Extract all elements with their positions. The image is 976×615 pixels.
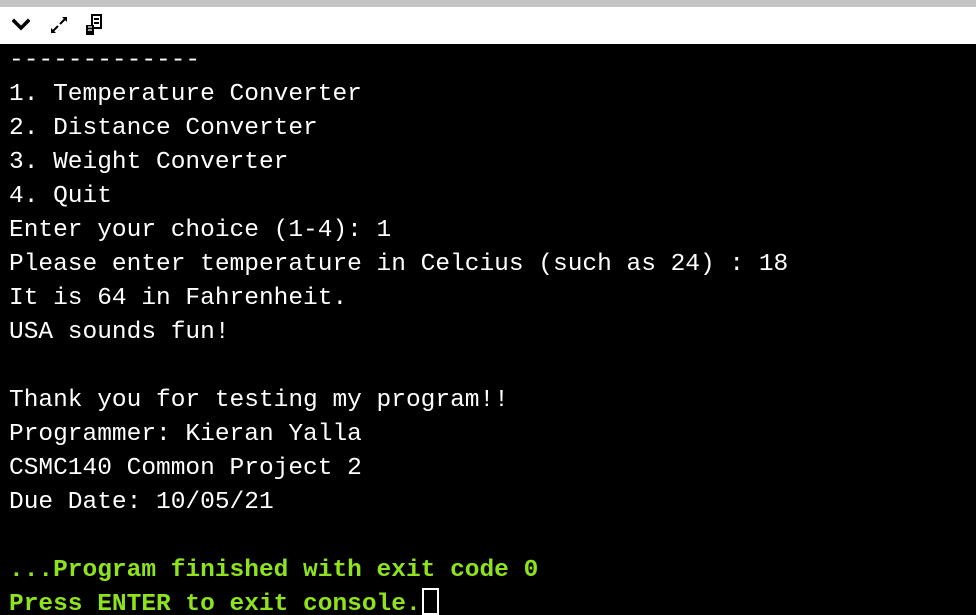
output-line: It is 64 in Fahrenheit.: [9, 285, 348, 312]
text-cursor[interactable]: [421, 588, 439, 615]
output-line: 2. Distance Converter: [9, 115, 318, 142]
output-line: 3. Weight Converter: [9, 149, 289, 176]
output-line: Due Date: 10/05/21: [9, 489, 274, 516]
expand-icon: [51, 17, 67, 33]
output-line: Thank you for testing my program!!: [9, 387, 509, 414]
collapse-button[interactable]: [6, 10, 36, 40]
output-line: Please enter temperature in Celcius (suc…: [9, 251, 789, 278]
output-line: USA sounds fun!: [9, 319, 230, 346]
press-enter-line: Press ENTER to exit console.: [9, 588, 439, 615]
exit-code-message: ...Program finished with exit code 0: [9, 557, 539, 584]
copy-icon: [86, 14, 102, 35]
console-toolbar: [0, 7, 976, 44]
console-output[interactable]: ------------- 1. Temperature Converter 2…: [0, 44, 976, 615]
output-line: Programmer: Kieran Yalla: [9, 421, 362, 448]
separator-line: -------------: [9, 47, 201, 74]
output-line: CSMC140 Common Project 2: [9, 455, 362, 482]
output-line: Enter your choice (1-4): 1: [9, 217, 392, 244]
maximize-button[interactable]: [44, 10, 74, 40]
copy-button[interactable]: [80, 10, 110, 40]
output-line: 1. Temperature Converter: [9, 81, 362, 108]
chevron-down-icon: [12, 18, 30, 31]
top-border: [0, 0, 976, 7]
console-window: ------------- 1. Temperature Converter 2…: [0, 0, 976, 615]
output-line: 4. Quit: [9, 183, 112, 210]
press-enter-prompt: Press ENTER to exit console.: [9, 591, 421, 615]
